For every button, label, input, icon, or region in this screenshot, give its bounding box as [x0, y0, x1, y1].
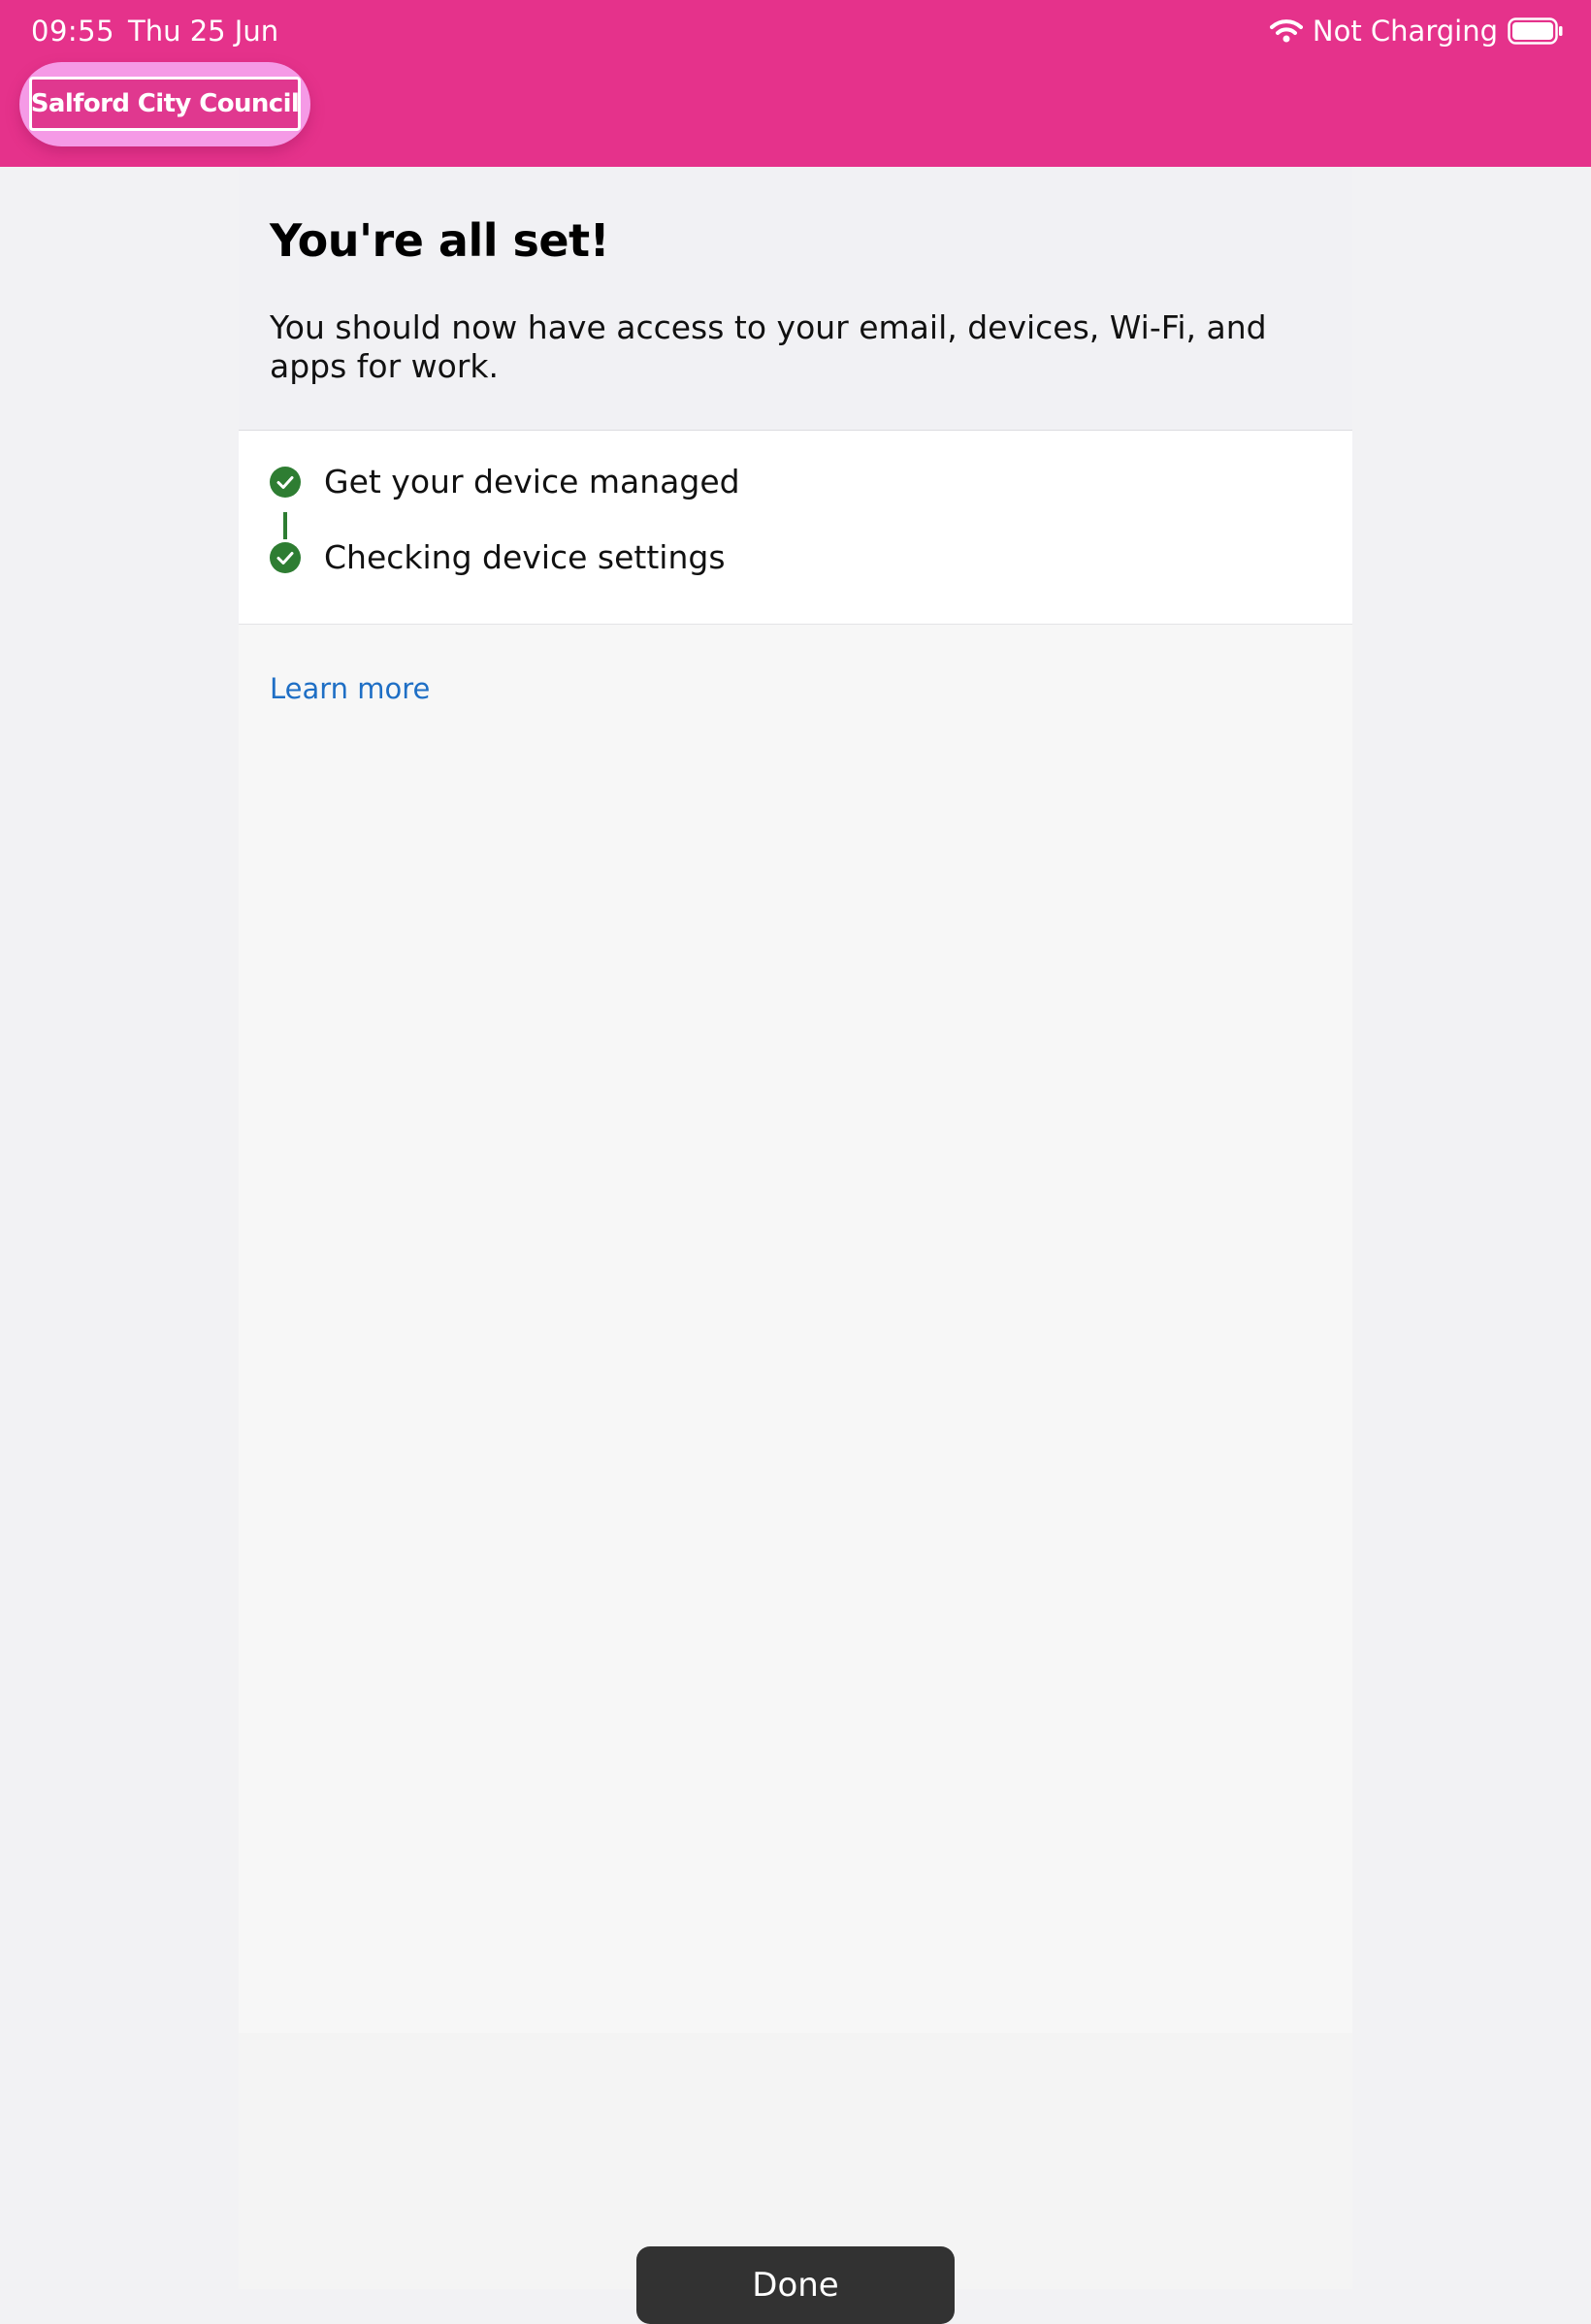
intro-section: You're all set! You should now have acce… [239, 167, 1352, 431]
step-label: Get your device managed [324, 463, 740, 500]
step-connector [283, 512, 287, 539]
step-label: Checking device settings [324, 538, 726, 576]
charging-status: Not Charging [1312, 15, 1498, 48]
footer: Done [239, 2033, 1352, 2324]
wifi-icon [1269, 19, 1303, 43]
organization-logo: Salford City Council [19, 62, 310, 146]
page-description: You should now have access to your email… [270, 308, 1267, 385]
app-header: 09:55 Thu 25 Jun Not Charging Salford Ci… [0, 0, 1591, 167]
done-button[interactable]: Done [636, 2246, 955, 2324]
status-date: Thu 25 Jun [128, 15, 279, 48]
step-item-get-device-managed: Get your device managed [270, 463, 740, 501]
steps-list: Get your device managed Checking device … [239, 431, 1352, 625]
check-circle-icon [270, 467, 301, 498]
battery-icon [1508, 17, 1563, 45]
status-time: 09:55 [31, 15, 115, 48]
learn-more-link[interactable]: Learn more [270, 671, 430, 706]
organization-name: Salford City Council [29, 77, 301, 131]
check-circle-icon [270, 542, 301, 573]
page-title: You're all set! [270, 214, 610, 267]
step-item-checking-device-settings: Checking device settings [270, 538, 726, 577]
content-panel: You're all set! You should now have acce… [239, 167, 1352, 2324]
status-indicators: Not Charging [1269, 14, 1564, 48]
